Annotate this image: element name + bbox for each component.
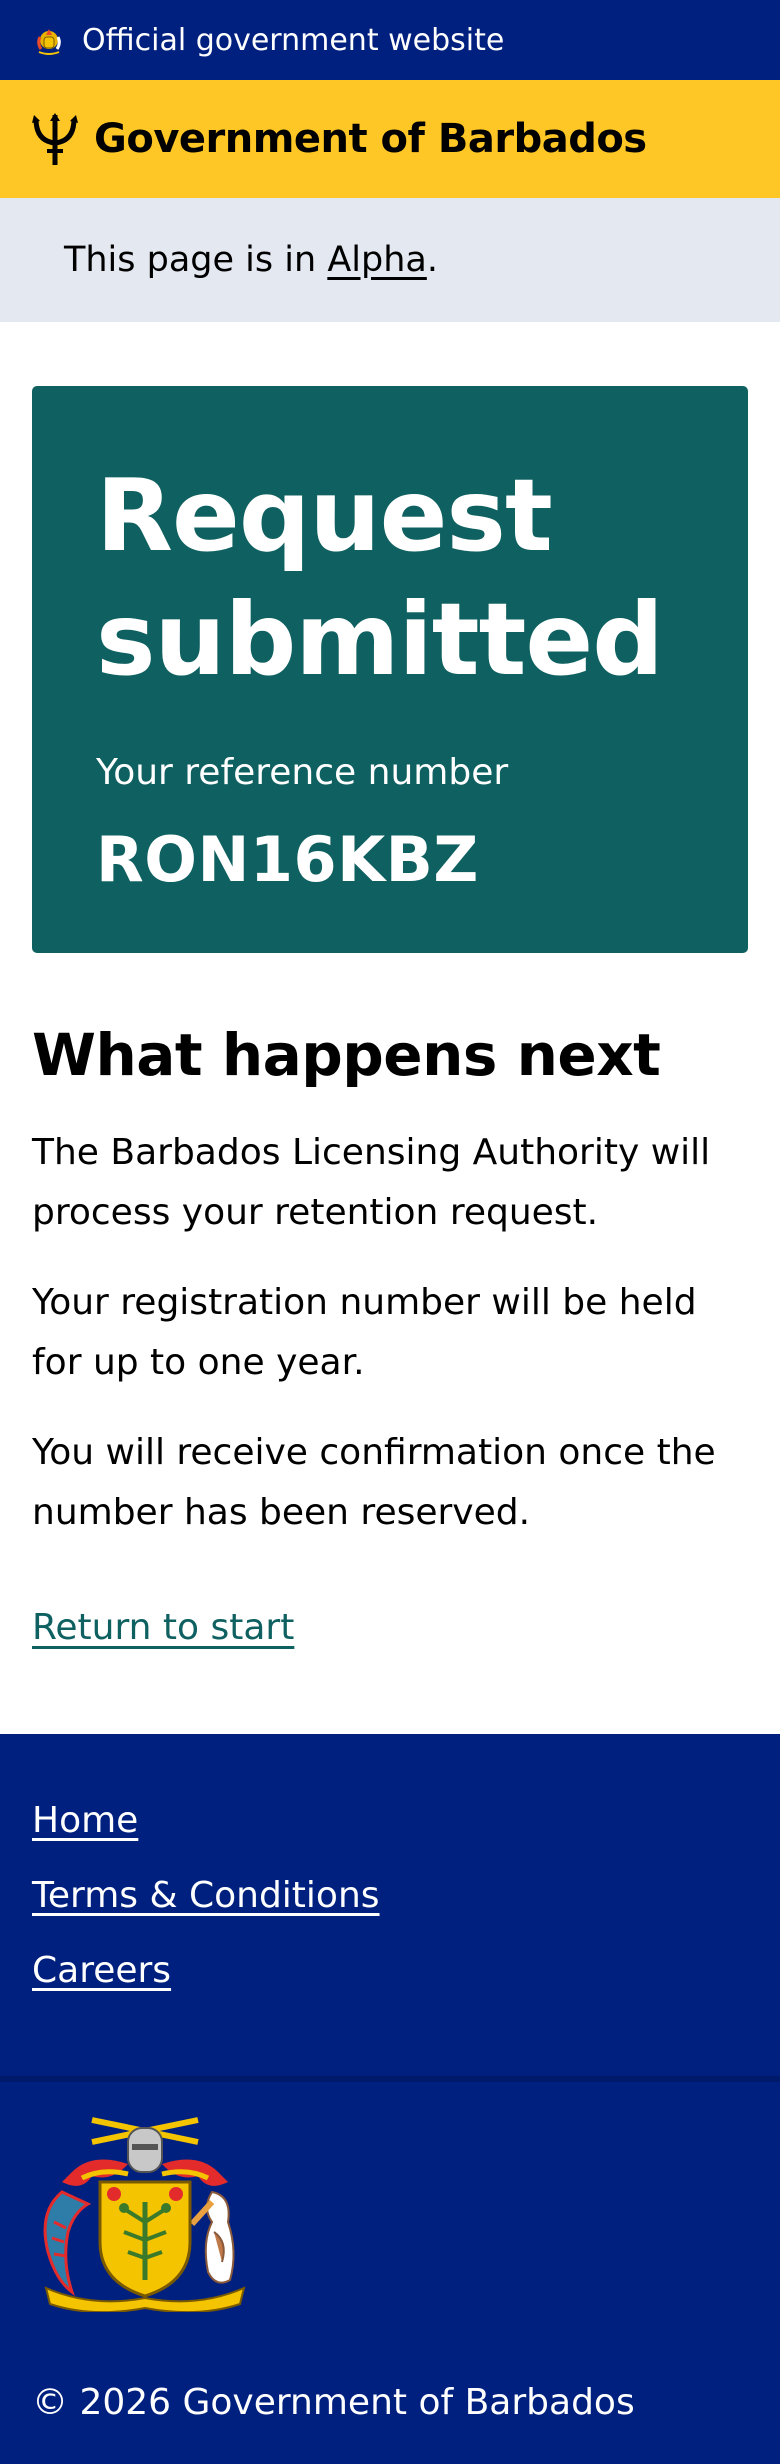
next-paragraph-1: The Barbados Licensing Authority will pr… [32, 1132, 711, 1233]
confirmation-panel: Request submitted Your reference number … [32, 386, 748, 953]
phase-alpha-link[interactable]: Alpha [327, 240, 427, 280]
phase-banner: This page is in Alpha. [0, 198, 780, 322]
reference-number: RON16KBZ [96, 823, 479, 896]
footer-navigation: Home Terms & Conditions Careers [0, 1734, 780, 2082]
footer-link-home[interactable]: Home [32, 1800, 138, 1841]
trident-icon [32, 113, 78, 165]
site-header: Government of Barbados [0, 80, 780, 198]
main-content: Request submitted Your reference number … [0, 322, 780, 1648]
what-happens-next-heading: What happens next [32, 1021, 661, 1089]
reference-label: Your reference number [96, 752, 509, 793]
coat-of-arms-icon [43, 2117, 246, 2312]
panel-title-line2: submitted [96, 581, 664, 698]
return-to-start-link[interactable]: Return to start [32, 1607, 294, 1648]
next-steps-text: The Barbados Licensing Authority will pr… [32, 1123, 748, 1543]
footer-copyright: © 2026 Government of Barbados [32, 2382, 635, 2423]
site-title[interactable]: Government of Barbados [94, 116, 647, 162]
official-banner: Official government website [0, 0, 780, 80]
footer-link-careers[interactable]: Careers [32, 1950, 171, 1991]
phase-prefix: This page is in [64, 240, 328, 280]
phase-suffix: . [426, 240, 438, 280]
coat-of-arms-icon [37, 29, 61, 55]
footer-bottom: © 2026 Government of Barbados [0, 2082, 780, 2464]
panel-title: Request submitted [96, 454, 684, 702]
footer-link-terms[interactable]: Terms & Conditions [32, 1875, 380, 1916]
official-banner-text: Official government website [82, 22, 505, 58]
next-paragraph-2: Your registration number will be held fo… [32, 1282, 697, 1383]
next-paragraph-3: You will receive confirmation once the n… [32, 1432, 716, 1533]
panel-title-line1: Request [96, 457, 553, 574]
